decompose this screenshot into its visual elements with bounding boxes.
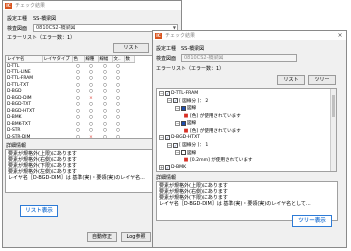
- tree-node[interactable]: − 図線: [175, 149, 196, 156]
- detail-line: レイヤ名［D-BGD-DIM］は 基準(実)・要領(実)のレイヤ名として...: [159, 201, 311, 207]
- tree-view-callout: ツリー表示: [292, 215, 332, 227]
- detail-lines: 要素が規格外(上限)にあります 要素が規格外(右側)にあります 要素が規格外(下限)…: [157, 182, 337, 207]
- checkbox-icon[interactable]: ✓: [165, 91, 170, 96]
- list-button[interactable]: リスト: [277, 75, 305, 85]
- setting-value: SS-橋梁図: [181, 46, 205, 52]
- table-row[interactable]: D-STR-DIM ○ × ○ ○: [6, 134, 134, 139]
- checkbox-icon[interactable]: ✓: [173, 98, 178, 104]
- layer-table: レイヤ名 レイヤタイプ色線種 線幅 文.. 数 D-TTL ○ ○ ○ ○ D-TTL-LINE ○…: [5, 55, 157, 139]
- error-tree: − ✓ D-TTL-FRAM − ✓[ 図線分 ]： 2− 図線 ■ [色] が使用されていま…: [156, 88, 337, 172]
- close-icon[interactable]: ×: [335, 32, 345, 39]
- error-icon: ■: [183, 157, 189, 164]
- tree-node-label: D-BGD-HTXT: [171, 135, 200, 141]
- tree-node-label: D-TTL-FRAM: [171, 91, 199, 96]
- check-cell: ○: [76, 134, 80, 139]
- tree-node-label: [ 図線分 ]： 1: [179, 143, 209, 149]
- collapse-icon[interactable]: −: [167, 142, 172, 148]
- element-icon: [181, 150, 186, 156]
- detail-lines: 要素が規格外(上限)にあります 要素が規格外(右側)にあります 要素が規格外(下限)…: [6, 150, 156, 181]
- error-list-label: エラーリスト（エラー数：1）: [156, 66, 225, 72]
- check-cell: [124, 134, 134, 138]
- tree-node[interactable]: − 図線: [175, 105, 196, 112]
- window-title: チェック結果: [15, 3, 46, 9]
- tree-node[interactable]: ■ [0.2mm] が使用されています: [183, 157, 253, 164]
- tree-scrollbar[interactable]: [330, 89, 336, 171]
- tree-node-label: 図線: [187, 150, 197, 156]
- app-icon: IC: [5, 2, 12, 9]
- target-drawing-value: 0810CS2-橋梁図: [36, 25, 76, 31]
- tree-node[interactable]: − 図線: [175, 120, 196, 127]
- tree-node-label: 図線: [187, 121, 197, 127]
- setting-label: 設定工種: [156, 46, 177, 52]
- element-icon: [181, 105, 186, 111]
- target-label: 検査図面: [156, 56, 177, 62]
- checkbox-icon[interactable]: ✓: [165, 165, 170, 170]
- tree-node[interactable]: − ✓ D-BGD-HTXT: [159, 134, 200, 141]
- layer-name-cell: D-STR-DIM: [7, 134, 31, 139]
- tree-button[interactable]: ツリー: [308, 75, 336, 85]
- app-icon: IC: [155, 32, 162, 39]
- check-cell: [42, 134, 72, 138]
- tree-node-label: 図線: [187, 106, 197, 112]
- auto-fix-button[interactable]: 自動修正: [87, 232, 117, 242]
- collapse-icon[interactable]: −: [175, 120, 180, 126]
- detail-box: 要素が規格外(上限)にあります 要素が規格外(右側)にあります 要素が規格外(下限)…: [5, 149, 157, 193]
- tree-node-label: [ 図線分 ]： 2: [179, 98, 209, 104]
- check-cell: ○: [116, 134, 120, 139]
- collapse-icon[interactable]: −: [159, 91, 164, 96]
- target-label: 検査図面: [7, 26, 28, 32]
- setting-value: SS-橋梁図: [33, 16, 57, 22]
- detail-line: レイヤ名［D-BGD-DIM］は 基準(実)・要領(実)のレイヤ名...: [8, 175, 145, 181]
- titlebar[interactable]: IC チェック結果: [3, 1, 181, 10]
- check-cell: ○: [103, 134, 107, 139]
- target-drawing-value: 0810CS2-橋梁図: [184, 55, 224, 61]
- checkbox-icon[interactable]: ✓: [165, 135, 170, 141]
- tree-node[interactable]: − ✓[ 図線分 ]： 2: [167, 97, 208, 104]
- setting-label: 設定工種: [7, 16, 28, 22]
- column-header[interactable]: レイヤタイプ: [42, 56, 73, 63]
- layer-grid: レイヤ名 レイヤタイプ色線種 線幅 文.. 数 D-TTL ○ ○ ○ ○ D-TTL-LINE ○…: [6, 56, 135, 139]
- checkbox-icon[interactable]: ✓: [173, 142, 178, 148]
- error-icon: ■: [183, 112, 189, 119]
- tree-node-label: D-BMK: [171, 165, 187, 170]
- window-tree-view: IC チェック結果 × 設定工種 SS-橋梁図 検査図面 0810CS2-橋梁図…: [152, 30, 347, 248]
- check-cell: ×: [89, 134, 93, 139]
- tree-node-label: [色] が使用されています: [190, 113, 241, 119]
- collapse-icon[interactable]: −: [175, 105, 180, 111]
- collapse-icon[interactable]: −: [175, 150, 180, 156]
- titlebar[interactable]: IC チェック結果 ×: [153, 31, 346, 40]
- tree-node[interactable]: + ✓ D-BMK: [159, 164, 186, 171]
- tree-scroll-thumb[interactable]: [332, 95, 335, 117]
- collapse-icon[interactable]: −: [167, 98, 172, 104]
- tree-node[interactable]: − ✓[ 図線分 ]： 1: [167, 142, 208, 149]
- list-button[interactable]: リスト: [113, 43, 149, 53]
- expand-icon[interactable]: +: [159, 165, 164, 170]
- element-icon: [181, 120, 186, 126]
- tree-node[interactable]: − ✓ D-TTL-FRAM: [159, 90, 198, 97]
- window-title: チェック結果: [165, 33, 196, 39]
- list-view-callout: リスト表示: [20, 205, 58, 217]
- target-drawing-select[interactable]: 0810CS2-橋梁図: [181, 54, 297, 62]
- tree-node-label: [0.2mm] が使用されています: [190, 158, 253, 164]
- collapse-icon[interactable]: −: [159, 135, 164, 141]
- tree-node[interactable]: ■ [色] が使用されています: [183, 127, 241, 134]
- error-list-label: エラーリスト（エラー数：1）: [7, 35, 76, 41]
- tree-node[interactable]: ■ [色] が使用されています: [183, 112, 241, 119]
- error-icon: ■: [183, 127, 189, 134]
- log-button[interactable]: Log参照: [121, 232, 151, 242]
- tree-node-label: [色] が使用されています: [190, 128, 241, 134]
